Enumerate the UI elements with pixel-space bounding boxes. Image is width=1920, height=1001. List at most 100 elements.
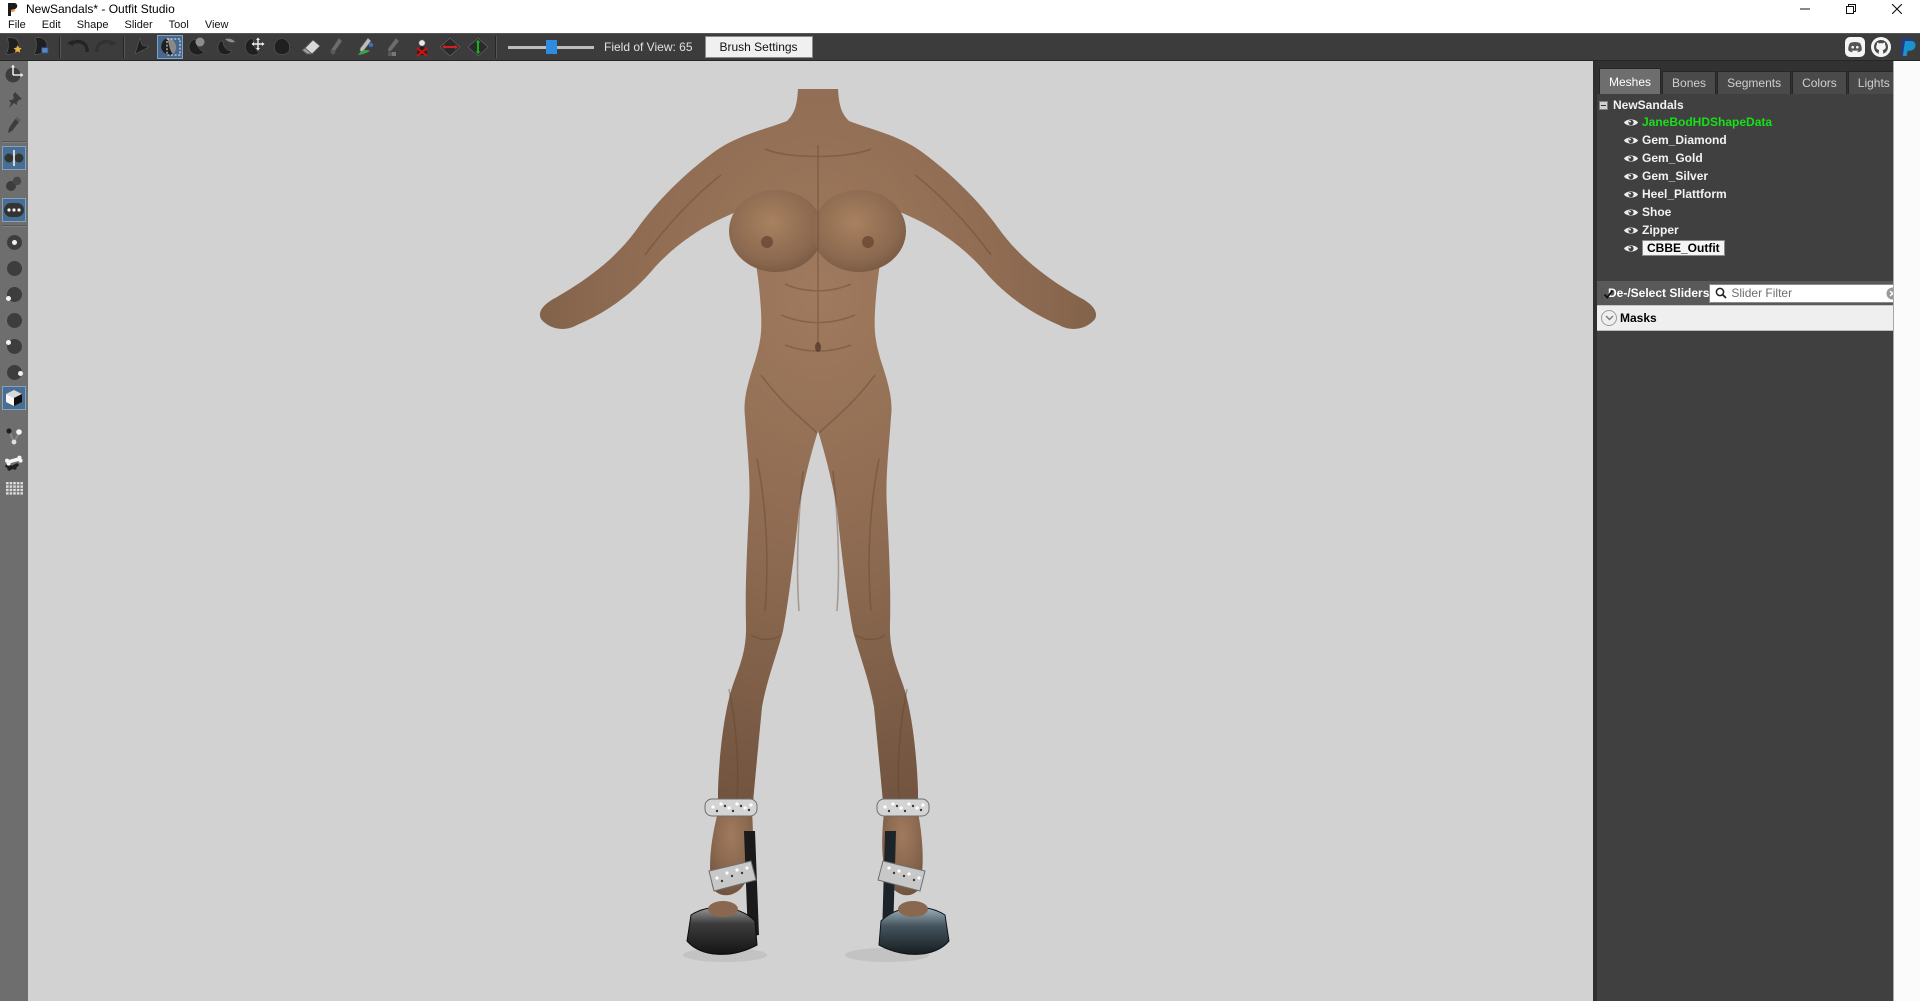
new-project-icon <box>3 37 25 57</box>
collision-brush-button[interactable] <box>409 35 435 59</box>
field-of-view-slider[interactable] <box>508 39 594 55</box>
pin-vertices-button[interactable] <box>2 88 26 112</box>
visibility-eye-icon[interactable] <box>1623 225 1639 236</box>
mesh-item[interactable]: Heel_Plattform <box>1597 185 1893 203</box>
github-link[interactable] <box>1870 36 1892 58</box>
mesh-item[interactable]: Gem_Silver <box>1597 167 1893 185</box>
brush-solid-button-2[interactable] <box>2 308 26 332</box>
masks-section-header[interactable]: Masks <box>1597 305 1893 331</box>
x-mirror-button[interactable] <box>2 146 26 170</box>
redo-button[interactable] <box>93 35 119 59</box>
window-title: NewSandals* - Outfit Studio <box>26 2 175 16</box>
visibility-eye-icon[interactable] <box>1623 243 1639 254</box>
show-grid-button[interactable] <box>2 477 26 501</box>
visibility-eye-icon[interactable] <box>1623 207 1639 218</box>
brush-settings-button[interactable]: Brush Settings <box>705 36 813 58</box>
perspective-cube-button[interactable] <box>2 386 26 410</box>
smooth-brush-button[interactable] <box>269 35 295 59</box>
brush-dot-bottom-left-button[interactable] <box>2 282 26 306</box>
mesh-item[interactable]: Gem_Diamond <box>1597 131 1893 149</box>
brush-falloff-icon <box>7 339 22 354</box>
connected-only-button[interactable] <box>2 198 26 222</box>
discord-link[interactable] <box>1844 36 1866 58</box>
menu-item[interactable]: Shape <box>69 18 117 33</box>
toolbar-separator <box>59 36 61 58</box>
mask-brush-button[interactable] <box>157 35 183 59</box>
visibility-eye-icon[interactable] <box>1623 135 1639 146</box>
brush-falloff-icon <box>7 261 22 276</box>
inflate-brush-button[interactable] <box>185 35 211 59</box>
new-project-button[interactable] <box>1 35 27 59</box>
deselect-sliders-checkbox[interactable] <box>1601 287 1603 300</box>
mesh-item[interactable]: JaneBodHDShapeData <box>1597 113 1893 131</box>
vertex-edit-button[interactable] <box>2 425 26 449</box>
mesh-item[interactable]: Shoe <box>1597 203 1893 221</box>
collision-brush-icon <box>412 37 432 57</box>
panel-tab[interactable]: Bones <box>1662 71 1716 94</box>
minimize-button[interactable] <box>1782 0 1828 18</box>
brush-center-dot-button[interactable] <box>2 230 26 254</box>
slider-filter-input[interactable] <box>1731 286 1886 300</box>
merge-vertices-button[interactable] <box>2 172 26 196</box>
toolbar-separator <box>123 36 125 58</box>
visibility-eye-icon[interactable] <box>1623 153 1639 164</box>
transform-tool-button[interactable] <box>437 35 463 59</box>
close-button[interactable] <box>1874 0 1920 18</box>
brush-dot-right-button[interactable] <box>2 360 26 384</box>
deflate-brush-button[interactable] <box>213 35 239 59</box>
undiff-brush-button[interactable] <box>297 35 323 59</box>
transform-gizmo-button[interactable] <box>2 62 26 86</box>
panel-tab[interactable]: Segments <box>1717 71 1791 94</box>
alpha-brush-button[interactable] <box>381 35 407 59</box>
edit-pencil-button[interactable] <box>2 114 26 138</box>
panel-tab[interactable]: Colors <box>1792 71 1847 94</box>
transform-tool-icon <box>439 37 461 57</box>
menu-item[interactable]: Tool <box>161 18 197 33</box>
bone-icon <box>4 454 24 472</box>
brush-solid-button[interactable] <box>2 256 26 280</box>
tree-root[interactable]: NewSandals <box>1597 97 1893 113</box>
mesh-item[interactable]: CBBE_Outfit <box>1597 239 1893 257</box>
mesh-item-label: Gem_Diamond <box>1642 133 1727 147</box>
brush-falloff-icon <box>7 313 22 328</box>
visibility-eye-icon[interactable] <box>1623 189 1639 200</box>
panel-tab[interactable]: Meshes <box>1599 68 1661 94</box>
sliders-area <box>1597 332 1893 1001</box>
panel-scroll-area[interactable] <box>1893 61 1920 1001</box>
menu-item[interactable]: Edit <box>34 18 69 33</box>
menu-item[interactable]: Slider <box>117 18 161 33</box>
maximize-button[interactable] <box>1828 0 1874 18</box>
visibility-eye-icon[interactable] <box>1623 117 1639 128</box>
visibility-eye-icon[interactable] <box>1623 171 1639 182</box>
mask-brush-icon <box>159 37 181 57</box>
load-project-button[interactable] <box>29 35 55 59</box>
menu-item[interactable]: View <box>197 18 237 33</box>
select-brush-button[interactable] <box>129 35 155 59</box>
deselect-sliders-label: De-/Select Sliders <box>1608 286 1709 300</box>
undo-button[interactable] <box>65 35 91 59</box>
pivot-tool-button[interactable] <box>465 35 491 59</box>
move-brush-icon <box>243 37 265 57</box>
mesh-item[interactable]: Zipper <box>1597 221 1893 239</box>
slider-handle[interactable] <box>546 40 557 54</box>
brush-dot-top-left-button[interactable] <box>2 334 26 358</box>
meshes-tree: NewSandals JaneBodHDShapeData <box>1597 94 1893 281</box>
3d-viewport[interactable] <box>28 61 1593 1001</box>
slider-filter-searchbox[interactable] <box>1709 284 1904 303</box>
transform-gizmo-icon <box>4 64 24 84</box>
paypal-link[interactable] <box>1896 36 1918 58</box>
slider-filter-bar: De-/Select Sliders <box>1597 281 1893 305</box>
color-brush-button[interactable] <box>353 35 379 59</box>
panel-tab[interactable]: Lights <box>1848 71 1900 94</box>
paypal-icon <box>1896 36 1918 58</box>
menu-item[interactable]: File <box>0 18 34 33</box>
show-bones-button[interactable] <box>2 451 26 475</box>
mesh-item[interactable]: Gem_Gold <box>1597 149 1893 167</box>
brush-falloff-icon <box>7 287 22 302</box>
collapse-icon[interactable] <box>1599 101 1608 110</box>
pivot-tool-icon <box>467 37 489 57</box>
weight-brush-button[interactable] <box>325 35 351 59</box>
move-brush-button[interactable] <box>241 35 267 59</box>
titlebar: NewSandals* - Outfit Studio <box>0 0 1920 18</box>
collapse-chevron-icon[interactable] <box>1601 310 1617 326</box>
